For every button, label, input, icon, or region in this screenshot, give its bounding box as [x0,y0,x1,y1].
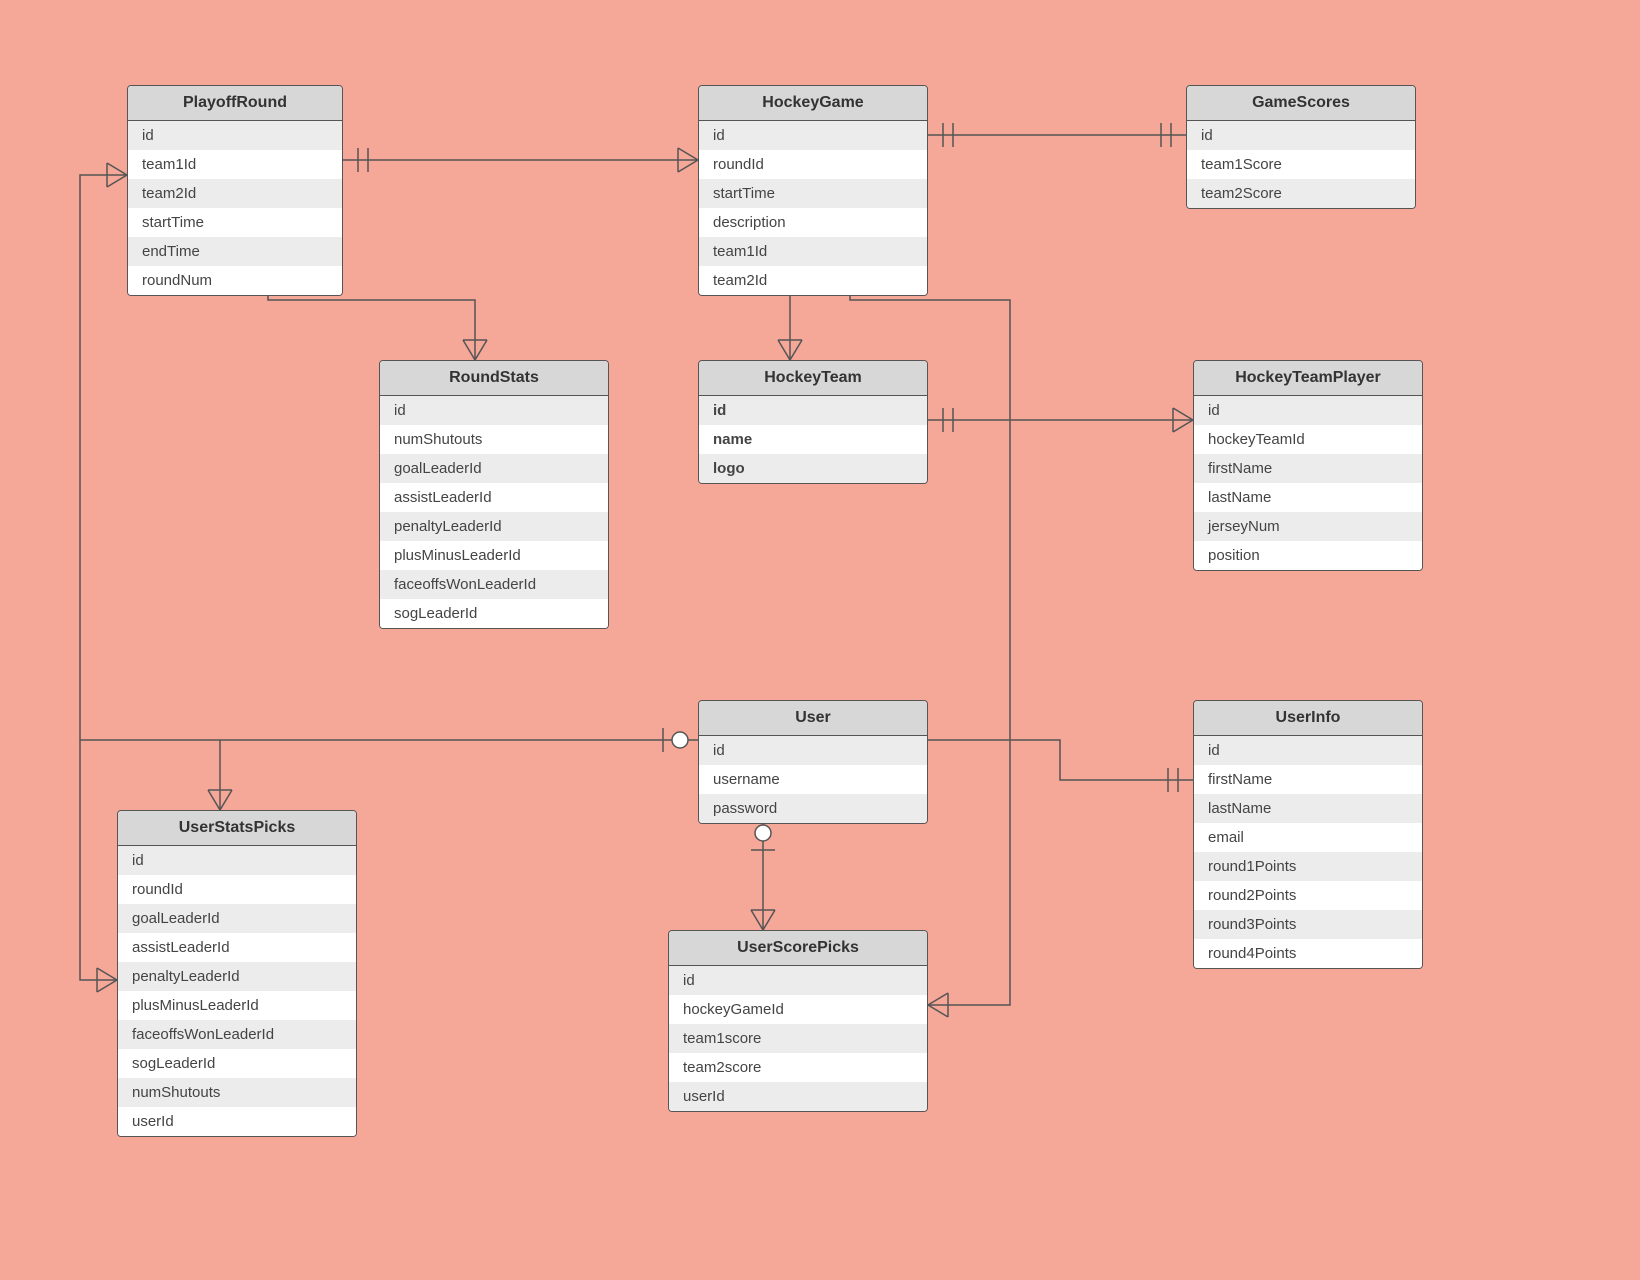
field: team2score [669,1053,927,1082]
field: team2Id [128,179,342,208]
entity-hockey-team: HockeyTeam id name logo [698,360,928,484]
field: hockeyGameId [669,995,927,1024]
field: id [380,396,608,425]
field: penaltyLeaderId [118,962,356,991]
field: roundId [699,150,927,179]
field: lastName [1194,794,1422,823]
field: assistLeaderId [380,483,608,512]
field: id [699,121,927,150]
entity-round-stats: RoundStats id numShutouts goalLeaderId a… [379,360,609,629]
field: firstName [1194,765,1422,794]
field: id [699,736,927,765]
entity-playoff-round: PlayoffRound id team1Id team2Id startTim… [127,85,343,296]
field: assistLeaderId [118,933,356,962]
entity-game-scores: GameScores id team1Score team2Score [1186,85,1416,209]
field: numShutouts [380,425,608,454]
field: numShutouts [118,1078,356,1107]
field: username [699,765,927,794]
entity-title: User [699,701,927,736]
field: roundNum [128,266,342,295]
field: sogLeaderId [380,599,608,628]
entity-title: PlayoffRound [128,86,342,121]
field: hockeyTeamId [1194,425,1422,454]
entity-title: HockeyGame [699,86,927,121]
entity-title: UserInfo [1194,701,1422,736]
field: plusMinusLeaderId [118,991,356,1020]
entity-title: UserStatsPicks [118,811,356,846]
field: goalLeaderId [118,904,356,933]
field: position [1194,541,1422,570]
field: team1Id [699,237,927,266]
field: team1score [669,1024,927,1053]
entity-user: User id username password [698,700,928,824]
field: team2Score [1187,179,1415,208]
field: round3Points [1194,910,1422,939]
field: team2Id [699,266,927,295]
field: name [699,425,927,454]
field: id [699,396,927,425]
field: id [128,121,342,150]
field: id [1187,121,1415,150]
entity-user-stats-picks: UserStatsPicks id roundId goalLeaderId a… [117,810,357,1137]
field: userId [118,1107,356,1136]
field: password [699,794,927,823]
entity-title: RoundStats [380,361,608,396]
entity-hockey-team-player: HockeyTeamPlayer id hockeyTeamId firstNa… [1193,360,1423,571]
field: logo [699,454,927,483]
field: id [1194,736,1422,765]
entity-user-info: UserInfo id firstName lastName email rou… [1193,700,1423,969]
field: round4Points [1194,939,1422,968]
field: roundId [118,875,356,904]
entity-title: HockeyTeamPlayer [1194,361,1422,396]
field: email [1194,823,1422,852]
field: endTime [128,237,342,266]
field: team1Id [128,150,342,179]
field: faceoffsWonLeaderId [118,1020,356,1049]
field: jerseyNum [1194,512,1422,541]
field: lastName [1194,483,1422,512]
field: faceoffsWonLeaderId [380,570,608,599]
field: penaltyLeaderId [380,512,608,541]
entity-title: GameScores [1187,86,1415,121]
entity-fields: id team1Id team2Id startTime endTime rou… [128,121,342,295]
field: plusMinusLeaderId [380,541,608,570]
field: firstName [1194,454,1422,483]
entity-title: UserScorePicks [669,931,927,966]
entity-user-score-picks: UserScorePicks id hockeyGameId team1scor… [668,930,928,1112]
entity-title: HockeyTeam [699,361,927,396]
field: id [1194,396,1422,425]
field: description [699,208,927,237]
entity-hockey-game: HockeyGame id roundId startTime descript… [698,85,928,296]
field: startTime [128,208,342,237]
field: round1Points [1194,852,1422,881]
field: startTime [699,179,927,208]
field: sogLeaderId [118,1049,356,1078]
field: userId [669,1082,927,1111]
field: id [669,966,927,995]
field: id [118,846,356,875]
field: round2Points [1194,881,1422,910]
field: goalLeaderId [380,454,608,483]
field: team1Score [1187,150,1415,179]
